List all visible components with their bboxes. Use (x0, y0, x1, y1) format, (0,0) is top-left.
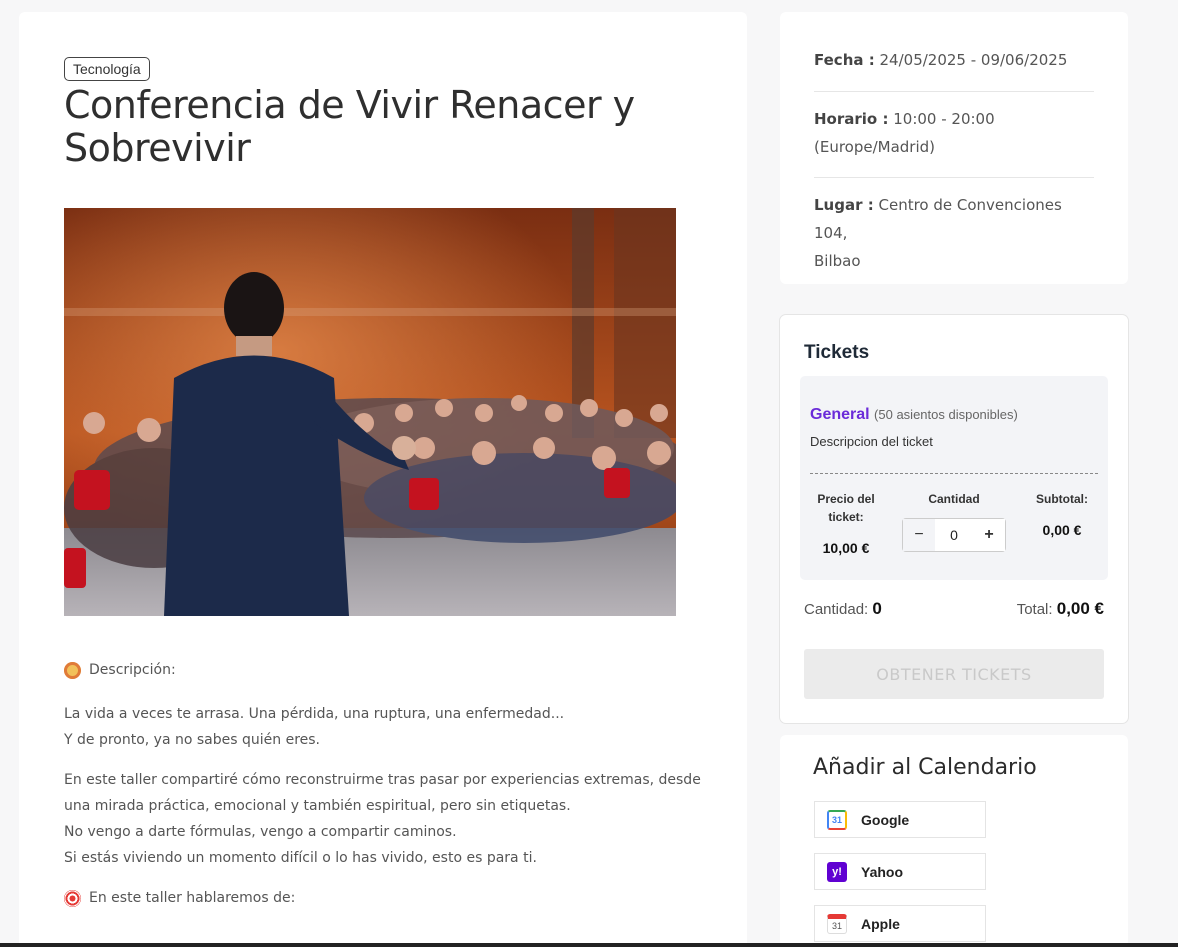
description-paragraph-1: La vida a veces te arrasa. Una pérdida, … (64, 701, 704, 753)
price-label: Precio del ticket: (810, 490, 882, 526)
ticket-divider (810, 473, 1098, 474)
info-divider (814, 91, 1094, 92)
apple-calendar-icon: 31 (827, 913, 847, 934)
topics-heading: En este taller hablaremos de: (64, 885, 704, 911)
google-icon-text: 31 (831, 814, 842, 825)
ticket-description: Descripcion del ticket (810, 434, 933, 449)
apple-icon-text: 31 (831, 920, 842, 931)
compass-emoji-icon (64, 661, 81, 679)
summary-quantity: Cantidad: 0 (804, 599, 882, 619)
description-heading-text: Descripción: (89, 662, 176, 678)
description-line: una mirada práctica, emocional y también… (64, 798, 571, 814)
yahoo-calendar-button[interactable]: y! Yahoo (814, 853, 986, 890)
target-emoji-icon (64, 889, 81, 907)
increment-button[interactable]: + (973, 519, 1005, 551)
ticket-name-row: General (50 asientos disponibles) (810, 406, 1018, 424)
description-line: En este taller compartiré cómo reconstru… (64, 772, 701, 788)
description-paragraph-2: En este taller compartiré cómo reconstru… (64, 767, 704, 871)
price-value: 10,00 € (822, 540, 870, 556)
place-row: Lugar : Centro de Convenciones 104, Bilb… (814, 191, 1094, 275)
apple-label: Apple (861, 915, 900, 932)
date-label: Fecha : (814, 51, 875, 69)
quantity-value[interactable]: 0 (935, 519, 973, 551)
google-label: Google (861, 811, 910, 828)
time-row: Horario : 10:00 - 20:00 (Europe/Madrid) (814, 105, 1094, 161)
google-calendar-button[interactable]: 31 Google (814, 801, 986, 838)
event-title: Conferencia de Vivir Renacer y Sobrevivi… (64, 83, 635, 170)
google-calendar-icon: 31 (827, 809, 847, 830)
info-divider (814, 177, 1094, 178)
time-label: Horario : (814, 110, 889, 128)
yahoo-icon-text: y! (832, 865, 842, 878)
description-line: La vida a veces te arrasa. Una pérdida, … (64, 706, 565, 722)
description-section: Descripción: La vida a veces te arrasa. … (64, 657, 704, 929)
description-line: Si estás viviendo un momento difícil o l… (64, 850, 537, 866)
tickets-card: Tickets General (50 asientos disponibles… (779, 314, 1129, 724)
bottom-edge-bar (0, 943, 1178, 947)
place-value-line2: Bilbao (814, 252, 861, 270)
price-label-line: ticket: (828, 510, 864, 524)
time-value: 10:00 - 20:00 (893, 110, 995, 128)
event-main-card: Tecnología Conferencia de Vivir Renacer … (19, 12, 747, 947)
quantity-label: Cantidad (928, 492, 980, 506)
topics-heading-text: En este taller hablaremos de: (89, 890, 296, 906)
timezone-value: (Europe/Madrid) (814, 138, 936, 156)
description-heading: Descripción: (64, 657, 704, 683)
summary-quantity-value: 0 (872, 599, 882, 618)
date-row: Fecha : 24/05/2025 - 09/06/2025 (814, 46, 1094, 74)
add-to-calendar-card: Añadir al Calendario 31 Google y! Yahoo … (780, 735, 1128, 947)
event-info-card: Fecha : 24/05/2025 - 09/06/2025 Horario … (780, 12, 1128, 284)
quantity-stepper: − 0 + (902, 518, 1006, 552)
description-line: No vengo a darte fórmulas, vengo a compa… (64, 824, 457, 840)
summary-total-value: 0,00 € (1056, 599, 1104, 618)
apple-calendar-button[interactable]: 31 Apple (814, 905, 986, 942)
subtotal-value: 0,00 € (1042, 522, 1082, 538)
summary-total: Total: 0,00 € (1017, 599, 1104, 619)
category-badge[interactable]: Tecnología (64, 57, 150, 81)
get-tickets-button[interactable]: OBTENER TICKETS (804, 649, 1104, 699)
ticket-item-general: General (50 asientos disponibles) Descri… (800, 376, 1108, 580)
date-value: 24/05/2025 - 09/06/2025 (879, 51, 1068, 69)
event-hero-image (64, 208, 676, 616)
decrement-button[interactable]: − (903, 519, 935, 551)
ticket-name: General (810, 406, 870, 423)
yahoo-icon: y! (827, 861, 847, 882)
description-line: Y de pronto, ya no sabes quién eres. (64, 732, 321, 748)
ticket-availability: (50 asientos disponibles) (874, 407, 1018, 422)
summary-total-label: Total: (1016, 601, 1053, 618)
calendar-title: Añadir al Calendario (813, 755, 1037, 780)
price-label-line: Precio del (817, 492, 875, 506)
yahoo-label: Yahoo (861, 863, 904, 880)
place-label: Lugar : (814, 196, 874, 214)
summary-quantity-label: Cantidad: (804, 601, 869, 618)
tickets-title: Tickets (804, 342, 870, 363)
subtotal-label: Subtotal: (1036, 492, 1088, 506)
